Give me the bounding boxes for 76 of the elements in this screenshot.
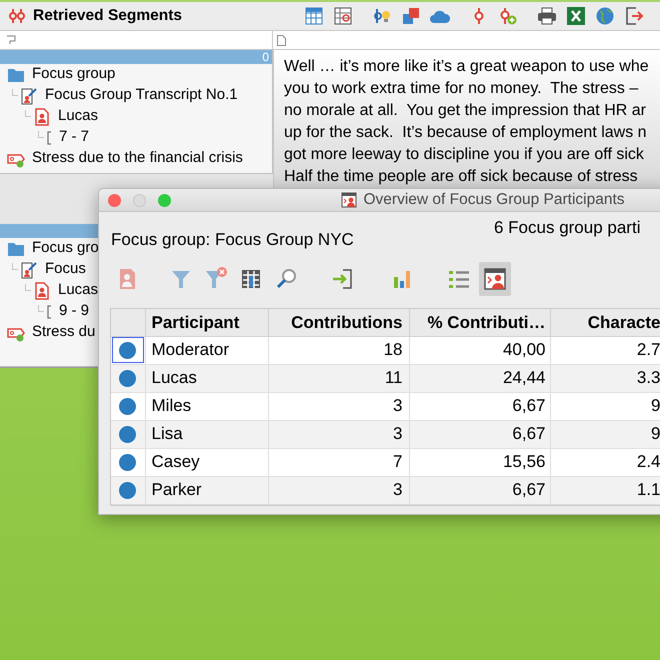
tree-item[interactable]: Focus gro — [32, 237, 99, 260]
row-indicator-cell[interactable] — [111, 364, 145, 392]
code-filter-icon — [6, 35, 16, 45]
table-cell: 40,00 — [409, 336, 550, 364]
table-cell: Lisa — [145, 420, 268, 448]
document-icon — [277, 34, 286, 46]
table-cell: Miles — [145, 392, 268, 420]
table-cell: 1.1 — [550, 476, 660, 504]
printer-icon[interactable] — [537, 6, 558, 26]
table-cell: 9 — [550, 420, 660, 448]
bracket-icon — [46, 304, 53, 318]
tree-item[interactable]: Stress due to the financial crisis — [32, 147, 243, 170]
participants-icon — [341, 192, 358, 208]
row-indicator-cell[interactable] — [111, 392, 145, 420]
table-cell: 6,67 — [409, 420, 550, 448]
row-indicator-cell[interactable] — [111, 476, 145, 504]
row-indicator-cell[interactable] — [111, 448, 145, 476]
column-header[interactable]: Characte — [550, 309, 660, 336]
transcript-icon — [20, 86, 38, 104]
table-cell: 3.3 — [550, 364, 660, 392]
table-cell: 3 — [268, 392, 409, 420]
table-cell: 3 — [268, 420, 409, 448]
code-table-icon[interactable] — [333, 6, 354, 26]
participants-icon[interactable] — [479, 262, 511, 296]
code-lightbulb-icon[interactable] — [372, 6, 392, 26]
overlapping-squares-icon[interactable] — [401, 6, 422, 26]
table-icon[interactable] — [304, 6, 324, 26]
tree-item[interactable]: Lucas — [58, 279, 98, 302]
text-line: Well … it’s more like it’s a great weapon to use whe — [284, 57, 650, 77]
exit-icon[interactable] — [624, 6, 644, 26]
table-cell: 15,56 — [409, 448, 550, 476]
tree-item[interactable]: Focus group — [32, 63, 116, 86]
text-line: no morale at all. You get the impression that HR ar — [284, 101, 647, 121]
column-header[interactable]: Participant — [145, 309, 268, 336]
tree-item[interactable]: 9 - 9 — [59, 300, 90, 323]
text-line: up for the sack. It’s because of employment laws n — [284, 123, 648, 143]
add-code-icon[interactable] — [498, 6, 518, 26]
row-indicator-cell[interactable] — [111, 336, 145, 364]
column-header[interactable]: % Contributi… — [409, 309, 550, 336]
window-title: Retrieved Segments — [33, 6, 182, 26]
transcript-icon — [20, 260, 38, 278]
app-logo-icon — [8, 7, 26, 25]
table-cell: 18 — [268, 336, 409, 364]
table-cell: 11 — [268, 364, 409, 392]
column-header[interactable]: Contributions — [268, 309, 409, 336]
table-cell: 6,67 — [409, 476, 550, 504]
table-cell: 9 — [550, 392, 660, 420]
tree-item[interactable]: Focus — [45, 258, 86, 281]
table-cell: 6,67 — [409, 392, 550, 420]
text-line: Half the time people are off sick because of stress — [284, 167, 639, 187]
segment-count: 0 — [262, 49, 269, 66]
globe-icon[interactable] — [595, 6, 616, 26]
table-cell: 2.4 — [550, 448, 660, 476]
table-cell: 2.7 — [550, 336, 660, 364]
dialog-title: Overview of Focus Group Participants — [363, 190, 625, 210]
table-cell: 7 — [268, 448, 409, 476]
spreadsheet-icon[interactable] — [566, 6, 586, 26]
table-cell: Lucas — [145, 364, 268, 392]
tree-item[interactable]: Focus Group Transcript No.1 — [45, 84, 238, 107]
focus-group-label: Focus group: Focus Group NYC — [111, 229, 355, 251]
close-button[interactable] — [108, 194, 121, 206]
table-cell: Moderator — [145, 336, 268, 364]
text-line: got more leeway to discipline you if you are off sick — [284, 145, 645, 165]
table-cell: 24,44 — [409, 364, 550, 392]
table-cell: 3 — [268, 476, 409, 504]
tree-item[interactable]: Lucas — [58, 105, 98, 128]
tree-item[interactable]: Stress du — [32, 321, 96, 344]
tree-item[interactable]: 7 - 7 — [59, 126, 90, 149]
table-cell: Casey — [145, 448, 268, 476]
row-indicator-cell[interactable] — [111, 420, 145, 448]
speaker-icon — [33, 282, 51, 300]
bracket-icon — [46, 130, 53, 144]
table-cell: Parker — [145, 476, 268, 504]
text-line: you to work extra time for no money. The stress – — [284, 79, 640, 99]
speaker-icon — [33, 108, 51, 126]
participant-count: 6 Focus group parti — [494, 217, 640, 239]
